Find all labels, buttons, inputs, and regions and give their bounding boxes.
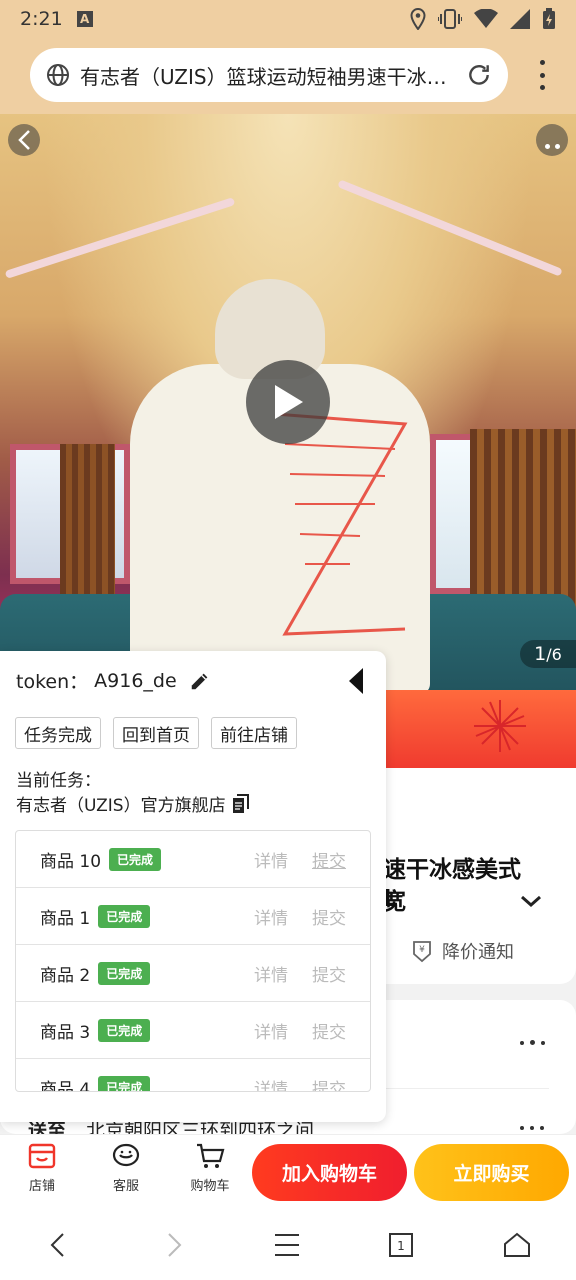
more-options-icon[interactable]: [520, 1040, 545, 1045]
product-title: 速干冰感美式宽: [383, 857, 521, 915]
location-icon: [410, 8, 426, 30]
browser-menu-icon[interactable]: [538, 60, 546, 90]
image-counter-total: /6: [546, 644, 562, 664]
status-badge: 已完成: [98, 961, 151, 985]
task-item-name: 商品 2: [40, 965, 91, 986]
token-value: A916_de: [94, 669, 177, 692]
vibrate-icon: [438, 9, 462, 29]
signal-icon: [510, 9, 530, 29]
detail-link[interactable]: 详情: [254, 1075, 288, 1092]
play-video-button[interactable]: [246, 360, 330, 444]
more-options-icon[interactable]: [520, 1126, 544, 1130]
price-alert-button[interactable]: ¥ 降价通知: [410, 938, 514, 964]
submit-link[interactable]: 提交: [312, 847, 346, 872]
cart-tab[interactable]: 购物车: [180, 1141, 240, 1194]
bus-curtain: [60, 444, 115, 614]
status-bar: 2:21 A: [0, 0, 576, 38]
task-list: 商品 10 已完成 详情 提交 商品 1 已完成 详情 提交 商品 2 已完成 …: [15, 830, 371, 1092]
detail-link[interactable]: 详情: [254, 904, 288, 929]
firework-icon: [474, 700, 526, 752]
edit-icon[interactable]: [189, 670, 211, 692]
service-label: 客服: [112, 1179, 139, 1194]
wifi-icon: [474, 9, 498, 28]
submit-link[interactable]: 提交: [312, 904, 346, 929]
nav-back-icon[interactable]: [40, 1230, 74, 1260]
back-home-button[interactable]: 回到首页: [113, 717, 199, 749]
divider: [383, 1088, 549, 1089]
task-row: 商品 3 已完成 详情 提交: [16, 1002, 370, 1059]
current-task-label: 当前任务：: [16, 771, 101, 791]
cart-label: 购物车: [190, 1179, 230, 1194]
globe-icon: [47, 64, 69, 86]
task-complete-button[interactable]: 任务完成: [15, 717, 101, 749]
purchase-bar: 店铺 客服 购物车 加入购物车 立即购买: [0, 1134, 576, 1210]
url-text[interactable]: 有志者（UZIS）篮球运动短袖男速干冰感美式宽松T恤: [80, 61, 454, 90]
collapse-panel-icon[interactable]: [348, 667, 364, 695]
browser-toolbar: 有志者（UZIS）篮球运动短袖男速干冰感美式宽松T恤: [0, 38, 576, 114]
price-tag-icon: ¥: [413, 941, 431, 963]
battery-charging-icon: [543, 8, 555, 29]
submit-link[interactable]: 提交: [312, 1075, 346, 1092]
store-tab[interactable]: 店铺: [12, 1141, 72, 1194]
status-badge: 已完成: [98, 1018, 151, 1042]
chevron-down-icon[interactable]: [520, 894, 542, 908]
bus-rail: [337, 179, 563, 277]
store-label: 店铺: [28, 1179, 55, 1194]
cart-icon: [197, 1143, 225, 1168]
store-icon: [28, 1143, 56, 1169]
product-media[interactable]: 1 /6: [0, 114, 576, 690]
reload-icon[interactable]: [466, 62, 492, 88]
copy-icon[interactable]: [232, 793, 250, 814]
task-item-name: 商品 1: [40, 908, 91, 929]
service-tab[interactable]: 客服: [96, 1141, 156, 1194]
detail-link[interactable]: 详情: [254, 961, 288, 986]
submit-link[interactable]: 提交: [312, 1018, 346, 1043]
current-task: 有志者（UZIS）官方旗舰店: [16, 791, 250, 816]
status-badge: 已完成: [109, 847, 162, 871]
app-notification-icon: A: [76, 11, 93, 27]
detail-link[interactable]: 详情: [254, 847, 288, 872]
status-badge: 已完成: [98, 904, 151, 928]
nav-menu-icon[interactable]: [270, 1230, 304, 1260]
nav-home-icon[interactable]: [500, 1230, 534, 1260]
bus-rail: [4, 197, 236, 279]
task-item-name: 商品 10: [40, 851, 102, 872]
more-icon[interactable]: [536, 124, 568, 156]
task-item-name: 商品 3: [40, 1022, 91, 1043]
submit-link[interactable]: 提交: [312, 961, 346, 986]
svg-text:¥: ¥: [419, 945, 425, 955]
token-row: token： A916_de: [16, 667, 211, 694]
token-label: token：: [16, 671, 89, 693]
tab-count: 1: [397, 1239, 405, 1253]
nav-tabs-icon[interactable]: 1: [384, 1230, 418, 1260]
detail-link[interactable]: 详情: [254, 1018, 288, 1043]
image-counter-current: 1: [534, 643, 547, 665]
address-bar[interactable]: 有志者（UZIS）篮球运动短袖男速干冰感美式宽松T恤: [30, 48, 508, 102]
price-alert-label: 降价通知: [442, 942, 514, 963]
panel-button-group: 任务完成 回到首页 前往店铺: [15, 717, 297, 749]
nav-forward-icon[interactable]: [158, 1230, 192, 1260]
task-item-name: 商品 4: [40, 1079, 91, 1092]
back-icon[interactable]: [8, 124, 40, 156]
task-row: 商品 4 已完成 详情 提交: [16, 1059, 370, 1092]
task-row: 商品 1 已完成 详情 提交: [16, 888, 370, 945]
browser-navbar: 1: [0, 1210, 576, 1280]
status-icons: [410, 8, 556, 30]
add-to-cart-button[interactable]: 加入购物车: [252, 1144, 407, 1201]
task-row: 商品 2 已完成 详情 提交: [16, 945, 370, 1002]
current-task-name: 有志者（UZIS）官方旗舰店: [16, 796, 226, 816]
buy-now-button[interactable]: 立即购买: [414, 1144, 569, 1201]
task-panel: token： A916_de 任务完成 回到首页 前往店铺 当前任务： 有志者（…: [0, 651, 386, 1122]
customer-service-icon: [112, 1143, 140, 1167]
task-row: 商品 10 已完成 详情 提交: [16, 831, 370, 888]
status-time: 2:21: [20, 8, 63, 30]
status-badge: 已完成: [98, 1075, 151, 1091]
go-store-button[interactable]: 前往店铺: [211, 717, 297, 749]
image-counter: 1 /6: [520, 640, 576, 668]
